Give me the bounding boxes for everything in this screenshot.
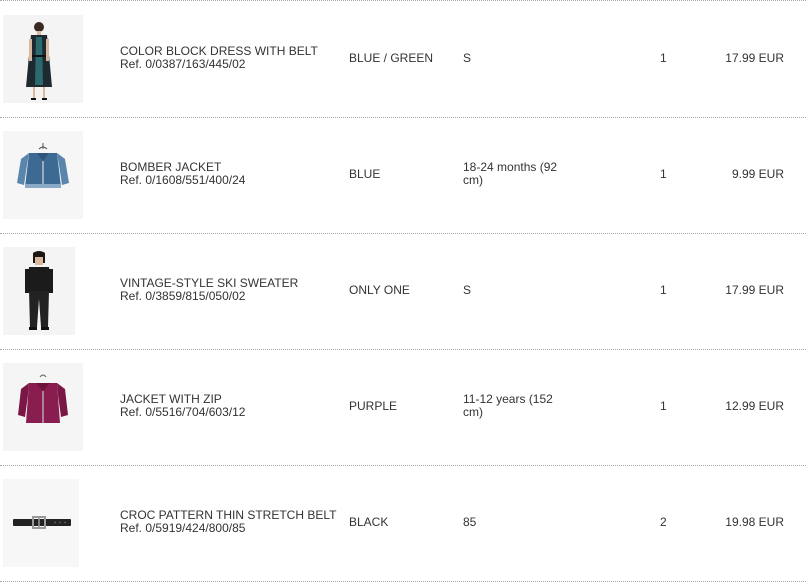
product-color: PURPLE xyxy=(349,399,398,413)
product-reference: Ref. 0/5919/424/800/85 xyxy=(120,521,246,535)
product-color: BLACK xyxy=(349,515,389,529)
product-description: COLOR BLOCK DRESS WITH BELT Ref. 0/0387/… xyxy=(120,45,345,71)
dress-photo xyxy=(3,15,83,103)
product-reference: Ref. 0/5516/704/603/12 xyxy=(120,405,246,419)
product-description: VINTAGE-STYLE SKI SWEATER Ref. 0/3859/81… xyxy=(120,277,345,303)
product-quantity: 1 xyxy=(660,399,667,413)
product-price: 17.99 EUR xyxy=(725,51,784,65)
product-price: 17.99 EUR xyxy=(725,283,784,297)
product-price: 19.98 EUR xyxy=(725,515,784,529)
product-reference: Ref. 0/1608/551/400/24 xyxy=(120,173,246,187)
product-image-jacket-with-zip[interactable] xyxy=(3,363,83,451)
order-items-list: COLOR BLOCK DRESS WITH BELT Ref. 0/0387/… xyxy=(0,0,808,587)
product-quantity: 1 xyxy=(660,51,667,65)
product-color: BLUE xyxy=(349,167,381,181)
purple-jacket-photo xyxy=(3,363,83,451)
product-description: CROC PATTERN THIN STRETCH BELT Ref. 0/59… xyxy=(120,509,345,535)
product-quantity: 1 xyxy=(660,283,667,297)
product-size: 18-24 months (92 cm) xyxy=(463,160,558,187)
product-description: JACKET WITH ZIP Ref. 0/5516/704/603/12 xyxy=(120,393,345,419)
product-image-ski-sweater[interactable] xyxy=(3,247,75,335)
product-size: S xyxy=(463,283,472,297)
order-item-row: COLOR BLOCK DRESS WITH BELT Ref. 0/0387/… xyxy=(0,1,806,117)
product-size: 11-12 years (152 cm) xyxy=(463,392,553,419)
product-image-stretch-belt[interactable] xyxy=(3,479,79,567)
row-divider xyxy=(0,581,806,582)
product-description: BOMBER JACKET Ref. 0/1608/551/400/24 xyxy=(120,161,345,187)
product-size: 85 xyxy=(463,515,477,529)
order-item-row: JACKET WITH ZIP Ref. 0/5516/704/603/12 P… xyxy=(0,349,806,465)
denim-jacket-photo xyxy=(3,131,83,219)
belt-photo xyxy=(3,479,79,567)
product-size: S xyxy=(463,51,472,65)
product-price: 12.99 EUR xyxy=(725,399,784,413)
product-color: BLUE / GREEN xyxy=(349,51,434,65)
product-price: 9.99 EUR xyxy=(731,167,784,181)
product-quantity: 1 xyxy=(660,167,667,181)
product-reference: Ref. 0/0387/163/445/02 xyxy=(120,57,246,71)
order-item-row: BOMBER JACKET Ref. 0/1608/551/400/24 BLU… xyxy=(0,117,806,233)
product-image-bomber-jacket[interactable] xyxy=(3,131,83,219)
product-color: ONLY ONE xyxy=(349,283,410,297)
sweater-photo xyxy=(3,247,75,335)
product-quantity: 2 xyxy=(660,515,667,529)
product-image-dress[interactable] xyxy=(3,15,83,103)
order-item-row: CROC PATTERN THIN STRETCH BELT Ref. 0/59… xyxy=(0,465,806,581)
order-item-row: VINTAGE-STYLE SKI SWEATER Ref. 0/3859/81… xyxy=(0,233,806,349)
product-reference: Ref. 0/3859/815/050/02 xyxy=(120,289,246,303)
